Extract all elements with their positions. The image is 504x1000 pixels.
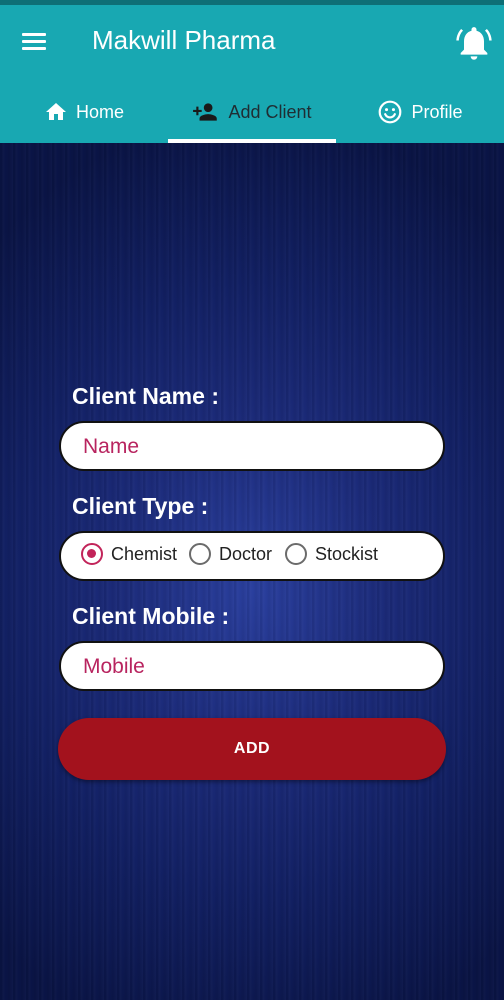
client-type-label: Client Type : — [72, 493, 209, 519]
main-content: Client Name : Client Type : Chemist Doct… — [0, 143, 504, 1000]
add-person-icon — [192, 100, 220, 124]
radio-chemist-label: Chemist — [111, 543, 178, 564]
client-name-label: Client Name : — [72, 383, 219, 409]
tab-profile[interactable]: Profile — [336, 81, 504, 143]
tab-home[interactable]: Home — [0, 81, 168, 143]
tab-add-client[interactable]: Add Client — [168, 81, 336, 143]
radio-unchecked-icon — [189, 543, 211, 565]
notification-bell-icon[interactable] — [454, 23, 494, 63]
radio-checked-icon — [81, 543, 103, 565]
tab-home-label: Home — [75, 101, 124, 122]
tab-bar: Home Add Client Profile — [0, 81, 504, 143]
client-mobile-field[interactable] — [59, 641, 445, 691]
radio-chemist[interactable]: Chemist — [81, 543, 177, 565]
radio-stockist-label: Stockist — [315, 543, 379, 564]
app-title: Makwill Pharma — [92, 25, 276, 55]
client-name-field[interactable] — [59, 421, 445, 471]
client-mobile-label: Client Mobile : — [72, 603, 230, 629]
app-screen: Makwill Pharma Home Add Client Profile C… — [0, 0, 504, 1000]
radio-doctor-label: Doctor — [219, 543, 273, 564]
home-icon — [44, 100, 68, 124]
client-type-radio-group: Chemist Doctor Stockist — [59, 531, 445, 581]
app-bar: Makwill Pharma — [0, 5, 504, 81]
tab-add-client-label: Add Client — [228, 101, 312, 122]
radio-unchecked-icon — [285, 543, 307, 565]
app-header: Makwill Pharma Home Add Client Profile — [0, 5, 504, 143]
smiley-icon — [377, 99, 403, 125]
client-name-input[interactable] — [81, 423, 425, 471]
tab-profile-label: Profile — [411, 101, 463, 122]
menu-icon[interactable] — [16, 25, 54, 59]
radio-stockist[interactable]: Stockist — [285, 543, 378, 565]
add-button[interactable]: ADD — [58, 718, 446, 780]
client-mobile-input[interactable] — [81, 643, 425, 691]
radio-doctor[interactable]: Doctor — [189, 543, 272, 565]
